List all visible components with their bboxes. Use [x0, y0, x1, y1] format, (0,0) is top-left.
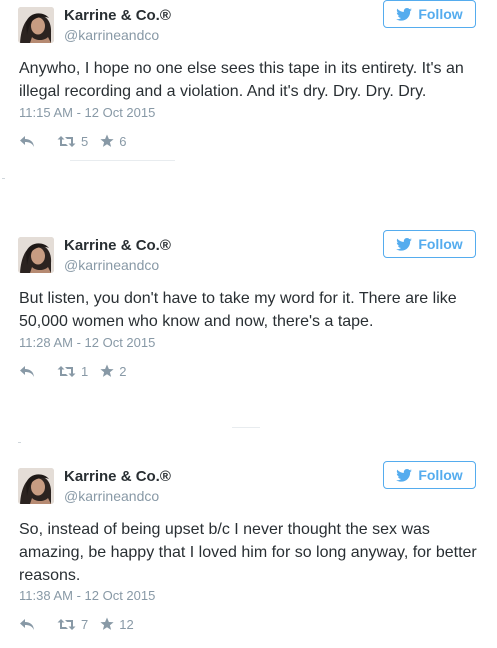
speck [18, 442, 21, 443]
tweet-text: So, instead of being upset b/c I never t… [19, 521, 482, 584]
author-handle[interactable]: @karrineandco [64, 488, 159, 504]
favorite-count: 2 [119, 363, 127, 379]
reply-button[interactable] [19, 618, 35, 631]
retweet-button[interactable]: 1 [57, 364, 88, 379]
tweet-text: Anywho, I hope no one else sees this tap… [19, 60, 469, 100]
follow-label: Follow [418, 6, 463, 22]
author-handle[interactable]: @karrineandco [64, 27, 159, 43]
follow-label: Follow [418, 236, 463, 252]
favorite-button[interactable]: 2 [100, 364, 126, 379]
tweet-actions: 1 2 [19, 362, 126, 380]
retweet-count: 7 [81, 616, 89, 632]
tweet-actions: 7 12 [19, 615, 134, 633]
bird-icon [396, 237, 413, 251]
reply-arrow-icon [20, 365, 34, 377]
reply-button[interactable] [19, 135, 35, 148]
favorite-count: 12 [119, 616, 134, 632]
avatar[interactable] [18, 7, 54, 43]
bird-icon [396, 468, 413, 482]
divider [232, 427, 260, 428]
avatar-image [18, 468, 54, 504]
avatar[interactable] [18, 468, 54, 504]
divider [70, 160, 175, 161]
follow-label: Follow [418, 467, 463, 483]
tweet-text: But listen, you don't have to take my wo… [19, 290, 462, 330]
author-name[interactable]: Karrine & Co.® [64, 468, 171, 485]
bird-icon [396, 7, 413, 21]
favorite-button[interactable]: 12 [100, 616, 134, 632]
author-name[interactable]: Karrine & Co.® [64, 237, 171, 254]
avatar-image [18, 7, 54, 43]
star-icon [100, 617, 114, 630]
retweet-button[interactable]: 7 [57, 617, 88, 632]
reply-button[interactable] [19, 365, 35, 378]
tweet-timestamp[interactable]: 11:28 AM - 12 Oct 2015 [19, 335, 155, 350]
follow-button[interactable]: Follow [383, 461, 476, 489]
tweet-timestamp[interactable]: 11:15 AM - 12 Oct 2015 [19, 105, 155, 120]
reply-arrow-icon [20, 135, 34, 147]
retweet-button[interactable]: 5 [57, 134, 88, 149]
follow-button[interactable]: Follow [383, 0, 476, 28]
retweet-icon [57, 618, 76, 630]
author-name[interactable]: Karrine & Co.® [64, 7, 171, 24]
tweet-actions: 5 6 [19, 132, 126, 150]
star-icon [100, 364, 114, 377]
author-handle[interactable]: @karrineandco [64, 257, 159, 273]
follow-button[interactable]: Follow [383, 230, 476, 258]
favorite-button[interactable]: 6 [100, 134, 126, 149]
speck [2, 178, 5, 179]
retweet-count: 5 [81, 133, 89, 149]
retweet-count: 1 [81, 363, 89, 379]
star-icon [100, 134, 114, 147]
avatar-image [18, 237, 54, 273]
retweet-icon [57, 135, 76, 147]
reply-arrow-icon [20, 618, 34, 630]
favorite-count: 6 [119, 133, 127, 149]
tweet-timestamp[interactable]: 11:38 AM - 12 Oct 2015 [19, 588, 155, 603]
avatar[interactable] [18, 237, 54, 273]
retweet-icon [57, 365, 76, 377]
